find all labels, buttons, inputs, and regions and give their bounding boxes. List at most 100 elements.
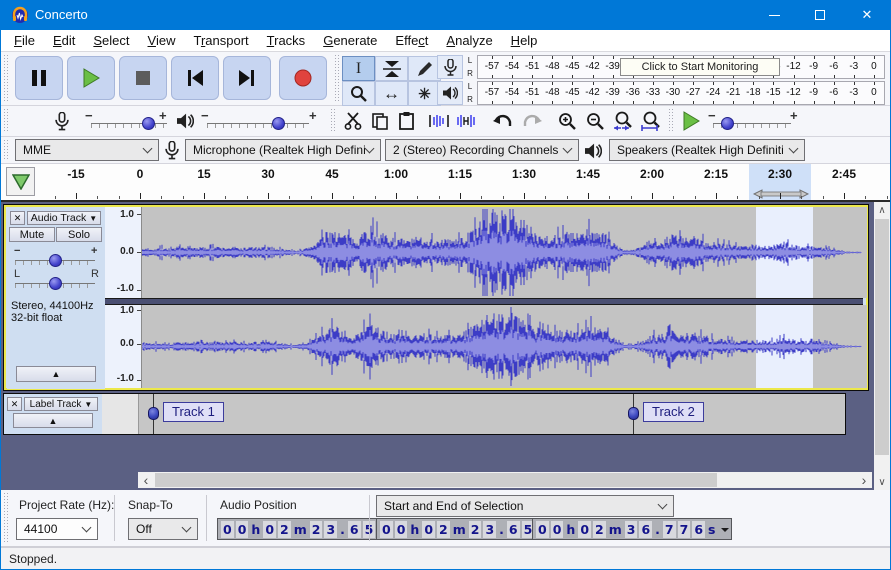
time-unit[interactable]: s [708,522,715,537]
time-digit[interactable]: 3 [624,520,638,538]
time-unit[interactable]: m [453,522,466,537]
label-track-collapse-button[interactable]: ▲ [13,413,93,428]
label-track-close-button[interactable]: ✕ [7,397,22,411]
channel2-waveform[interactable] [142,305,867,388]
skip-to-end-button[interactable] [223,56,271,100]
playback-device-select[interactable]: Speakers (Realtek High Definiti [609,139,805,161]
mute-button[interactable]: Mute [9,227,55,242]
time-digit[interactable]: 2 [278,520,291,538]
time-digit[interactable]: 6 [692,520,706,538]
play-at-speed-button[interactable] [677,108,704,134]
time-digit[interactable]: 0 [221,520,234,538]
selection-tool-button[interactable]: I [342,56,375,81]
time-digit[interactable]: 6 [639,520,653,538]
menu-item-file[interactable]: File [5,30,44,52]
pause-button[interactable] [15,56,63,100]
time-digit[interactable]: 2 [437,520,450,538]
time-digit[interactable]: 2 [593,520,606,538]
play-volume-thumb[interactable] [272,117,285,130]
recording-meter-mic-button[interactable] [437,55,463,79]
channel1-waveform[interactable] [142,207,867,298]
scroll-down-button[interactable]: ∨ [874,474,890,490]
menu-item-view[interactable]: View [139,30,185,52]
label-text-box[interactable]: Track 2 [643,402,704,422]
skip-to-start-button[interactable] [171,56,219,100]
time-unit[interactable]: h [410,522,419,537]
timeline-ruler[interactable]: -15 0 15 30 45 1:00 1:15 1:30 1:45 2:00 2:15 2:30 2:… [1,164,890,202]
title-bar[interactable]: Concerto ✕ [1,0,890,30]
time-unit[interactable]: . [340,522,345,537]
label-track[interactable]: ✕ Label Track ▼ ▲ Track 1 Track 2 [3,393,846,435]
play-speed-thumb[interactable] [721,117,734,130]
snap-to-select[interactable]: Off [128,518,198,540]
transport-toolbar-grip[interactable] [4,55,9,102]
redo-button[interactable] [518,108,545,134]
audio-track-close-button[interactable]: ✕ [10,211,25,225]
time-unit[interactable]: h [251,522,260,537]
zoom-in-button[interactable] [554,108,581,134]
channel1-vertical-ruler[interactable]: 1.0 0.0 -1.0 [105,207,142,298]
playback-meter[interactable]: LR -57 -54 -51 -48 -45 -42 -39 -36 -33 -30 -27 -24-… [437,80,885,106]
menu-item-analyze[interactable]: Analyze [437,30,501,52]
scroll-right-button[interactable]: › [856,472,872,488]
maximize-button[interactable] [797,0,843,30]
play-at-speed-grip[interactable] [669,109,674,133]
audio-track-collapse-button[interactable]: ▲ [16,366,96,382]
close-button[interactable]: ✕ [844,0,890,30]
horizontal-scroll-thumb[interactable] [155,473,717,487]
recording-meter[interactable]: LR -57-54-51-48-45-42-39-36-33-30-27-24-… [437,54,885,80]
time-digit[interactable]: 0 [235,520,249,538]
play-button[interactable] [67,56,115,100]
cut-button[interactable] [339,108,366,134]
envelope-tool-button[interactable] [375,56,408,81]
label-marker-handle[interactable] [628,407,639,420]
time-shift-tool-button[interactable]: ↔ [375,81,408,106]
selection-end-field[interactable]: 00h02m36.776s [532,518,733,540]
edit-toolbar-grip[interactable] [331,109,336,133]
time-digit[interactable]: 6 [506,520,520,538]
stop-button[interactable] [119,56,167,100]
zoom-tool-button[interactable] [342,81,375,106]
time-unit[interactable]: h [566,522,575,537]
undo-button[interactable] [489,108,516,134]
time-digit[interactable]: 6 [347,520,361,538]
audio-track-menu-button[interactable]: Audio Track ▼ [27,211,101,225]
label-track-menu-button[interactable]: Label Track ▼ [24,397,98,411]
menu-item-edit[interactable]: Edit [44,30,84,52]
scroll-up-button[interactable]: ∧ [874,202,890,218]
trim-audio-button[interactable] [425,108,452,134]
tools-toolbar-grip[interactable] [335,55,340,102]
fit-selection-button[interactable] [610,108,637,134]
timefield-dropdown-icon[interactable] [721,527,730,536]
time-digit[interactable]: 0 [263,520,277,538]
time-digit[interactable]: 7 [677,520,691,538]
silence-audio-button[interactable] [452,108,479,134]
menu-item-tracks[interactable]: Tracks [258,30,315,52]
time-digit[interactable]: 3 [324,520,338,538]
zoom-out-button[interactable] [582,108,609,134]
project-rate-select[interactable]: 44100 [16,518,98,540]
record-volume-thumb[interactable] [142,117,155,130]
menu-item-effect[interactable]: Effect [386,30,437,52]
time-digit[interactable]: 0 [380,520,393,538]
selection-mode-select[interactable]: Start and End of Selection [376,495,674,517]
monitoring-overlay[interactable]: Click to Start Monitoring [620,58,780,76]
pinned-play-head-button[interactable] [6,167,35,196]
pan-thumb[interactable] [49,277,62,290]
time-unit[interactable]: . [499,522,504,537]
vertical-scrollbar[interactable]: ∧ ∨ [874,202,890,490]
channel2-vertical-ruler[interactable]: 1.0 0.0 -1.0 [105,305,142,388]
gain-thumb[interactable] [49,254,62,267]
time-unit[interactable]: . [655,522,660,537]
selection-toolbar-grip[interactable] [4,493,9,543]
audio-host-select[interactable]: MME [15,139,159,161]
time-digit[interactable]: 2 [468,520,482,538]
label-text-box[interactable]: Track 1 [163,402,224,422]
time-digit[interactable]: 0 [422,520,436,538]
record-button[interactable] [279,56,327,100]
audio-track[interactable]: ✕ Audio Track ▼ Mute Solo − + L R Stereo… [3,204,869,391]
time-digit[interactable]: 3 [483,520,497,538]
copy-button[interactable] [366,108,393,134]
recording-device-select[interactable]: Microphone (Realtek High Defini [185,139,381,161]
playback-meter-speaker-button[interactable] [437,81,463,105]
